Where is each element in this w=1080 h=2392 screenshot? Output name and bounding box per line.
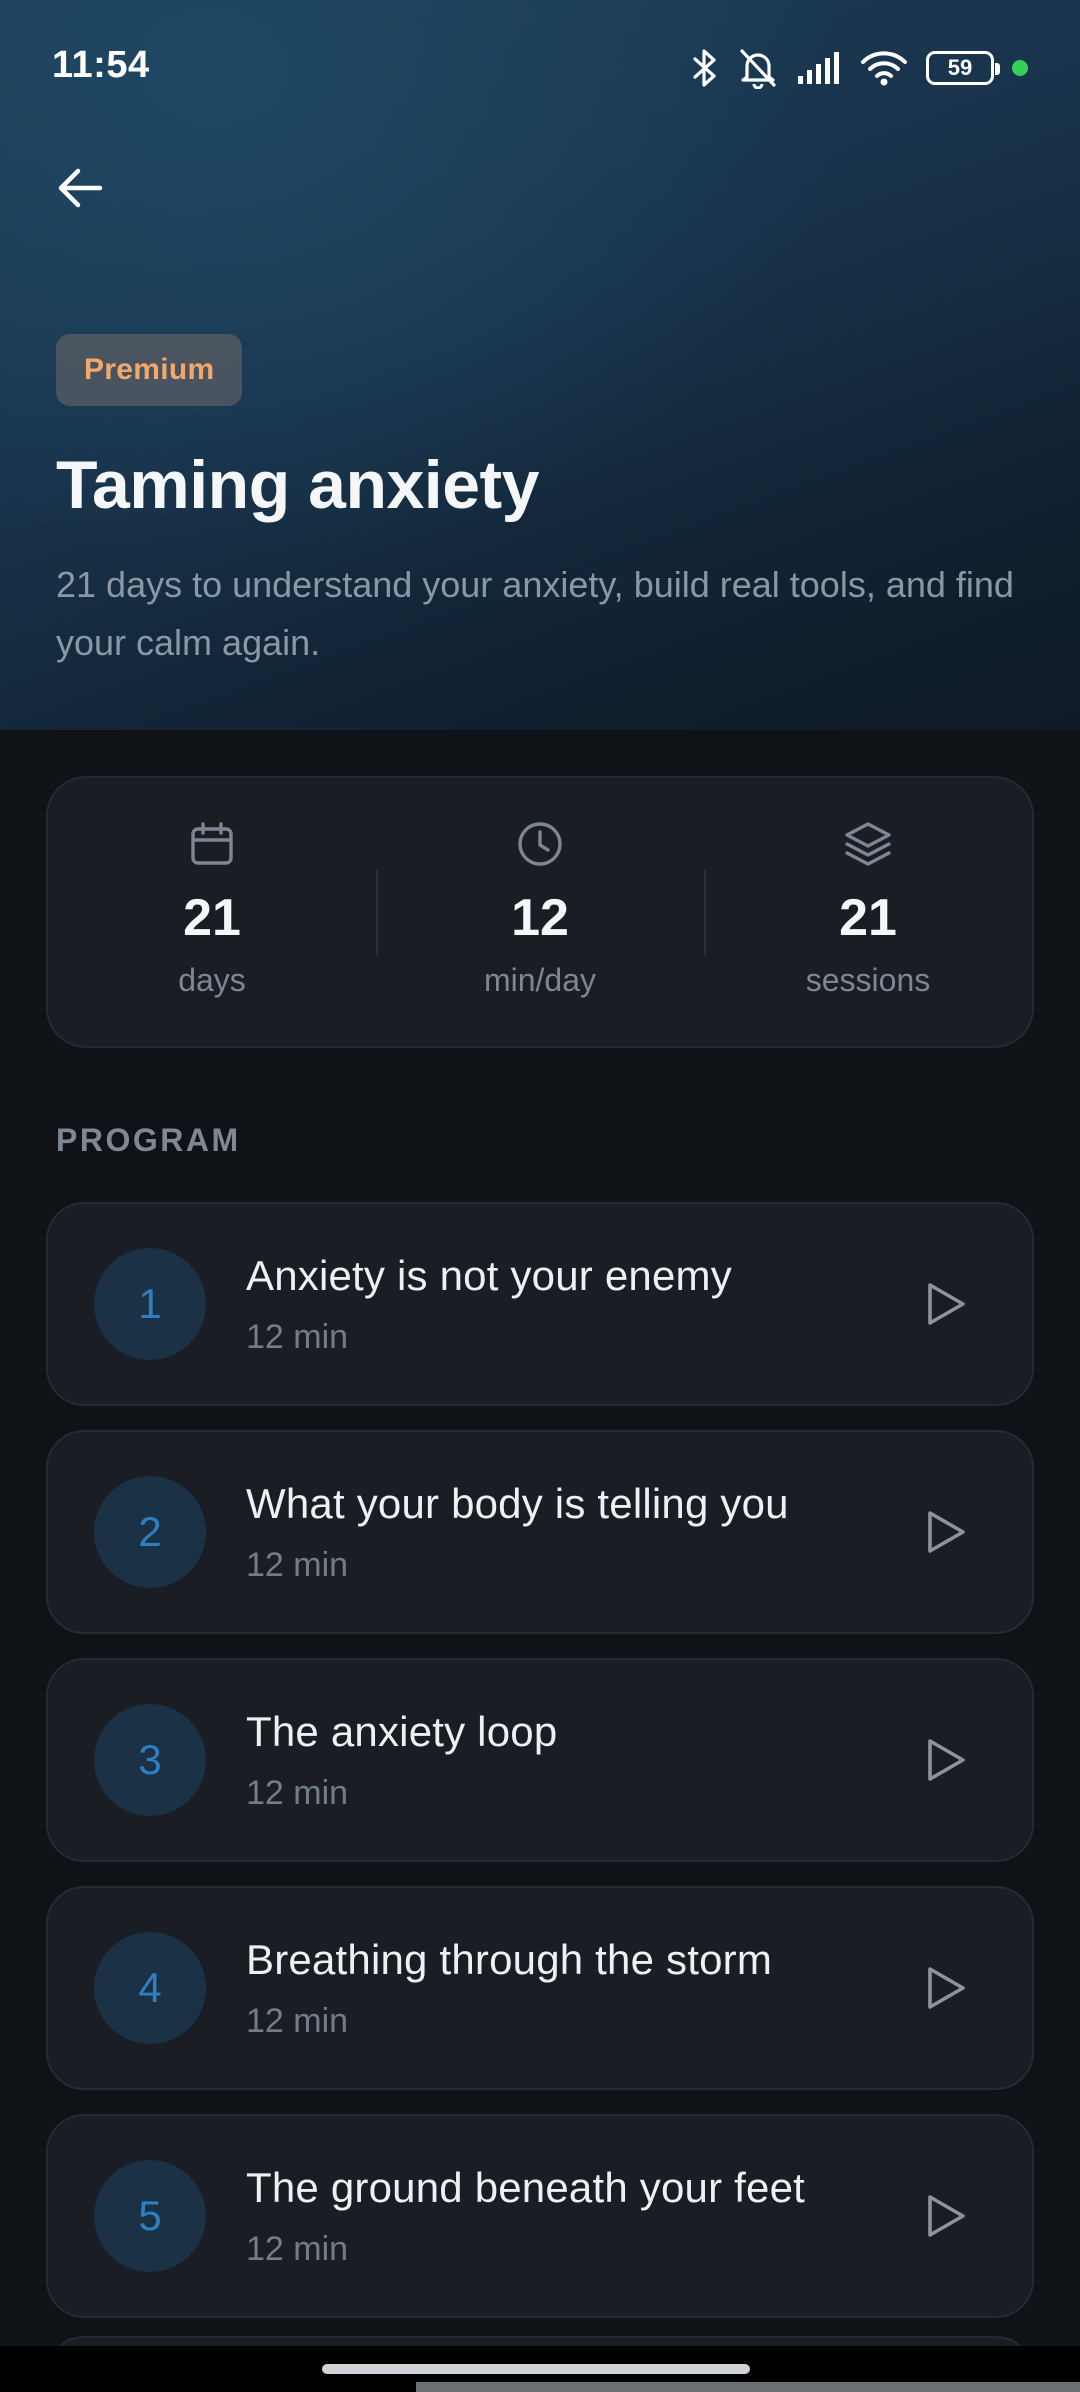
lesson-title: Anxiety is not your enemy xyxy=(246,1252,732,1299)
bluetooth-icon xyxy=(690,48,720,88)
play-icon xyxy=(924,1508,968,1561)
program-stats-card: 21 days 12 min/day 21 sessions xyxy=(46,776,1034,1048)
lesson-card-1[interactable]: 1 Anxiety is not your enemy 12 min xyxy=(46,1202,1034,1406)
stat-label: sessions xyxy=(805,962,931,998)
premium-badge: Premium xyxy=(56,334,243,406)
play-icon xyxy=(924,1280,968,1333)
lesson-title: What your body is telling you xyxy=(246,1480,789,1527)
lesson-duration: 12 min xyxy=(246,2230,349,2268)
privacy-indicator-dot xyxy=(1012,60,1028,76)
arrow-left-icon xyxy=(54,162,106,219)
lesson-duration: 12 min xyxy=(246,1546,349,1584)
stat-minutes: 12 min/day xyxy=(376,778,704,1046)
stat-value: 12 xyxy=(511,889,569,947)
lesson-number: 1 xyxy=(94,1248,206,1360)
layers-icon xyxy=(842,818,894,870)
stat-value: 21 xyxy=(839,889,897,947)
play-button[interactable] xyxy=(906,2178,986,2258)
play-button[interactable] xyxy=(906,1266,986,1346)
lesson-card-3[interactable]: 3 The anxiety loop 12 min xyxy=(46,1658,1034,1862)
lesson-number: 5 xyxy=(94,2160,206,2272)
lesson-number: 4 xyxy=(94,1932,206,2044)
page-title: Taming anxiety xyxy=(56,447,539,523)
stat-value: 21 xyxy=(183,889,241,947)
stat-label: min/day xyxy=(483,962,597,998)
lesson-duration: 12 min xyxy=(246,1774,349,1812)
play-button[interactable] xyxy=(906,1494,986,1574)
stat-label: days xyxy=(178,962,246,998)
play-button[interactable] xyxy=(906,1950,986,2030)
stat-sessions: 21 sessions xyxy=(704,778,1032,1046)
page-subtitle: 21 days to understand your anxiety, buil… xyxy=(56,564,1014,663)
hero-header: 11:54 59 Premium Taming anxiety 21 days … xyxy=(0,0,1080,730)
battery-icon: 59 xyxy=(926,51,1000,85)
status-bar: 11:54 59 xyxy=(0,0,1080,136)
lesson-title: The ground beneath your feet xyxy=(246,2164,806,2211)
status-time: 11:54 xyxy=(52,44,150,86)
program-section-label: PROGRAM xyxy=(56,1122,241,1158)
battery-level: 59 xyxy=(947,55,973,80)
wifi-icon xyxy=(860,49,908,87)
lesson-title: The anxiety loop xyxy=(246,1708,558,1755)
lesson-card-4[interactable]: 4 Breathing through the storm 12 min xyxy=(46,1886,1034,2090)
calendar-icon xyxy=(186,818,238,870)
lesson-card-5[interactable]: 5 The ground beneath your feet 12 min xyxy=(46,2114,1034,2318)
back-button[interactable] xyxy=(40,150,120,230)
play-icon xyxy=(924,1964,968,2017)
lesson-title: Breathing through the storm xyxy=(246,1936,773,1983)
clock-icon xyxy=(514,818,566,870)
lesson-duration: 12 min xyxy=(246,1318,349,1356)
lesson-number: 3 xyxy=(94,1704,206,1816)
program-detail-screen: 11:54 59 Premium Taming anxiety 21 days … xyxy=(0,0,1080,2392)
lesson-number: 2 xyxy=(94,1476,206,1588)
play-button[interactable] xyxy=(906,1722,986,1802)
stat-days: 21 days xyxy=(48,778,376,1046)
status-icons: 59 xyxy=(690,44,1028,92)
lesson-duration: 12 min xyxy=(246,2002,349,2040)
bottom-edge-bar xyxy=(416,2382,1080,2392)
signal-icon xyxy=(796,50,842,86)
play-icon xyxy=(924,1736,968,1789)
bell-off-icon xyxy=(738,47,778,89)
lesson-card-2[interactable]: 2 What your body is telling you 12 min xyxy=(46,1430,1034,1634)
home-indicator[interactable] xyxy=(322,2364,750,2374)
play-icon xyxy=(924,2192,968,2245)
